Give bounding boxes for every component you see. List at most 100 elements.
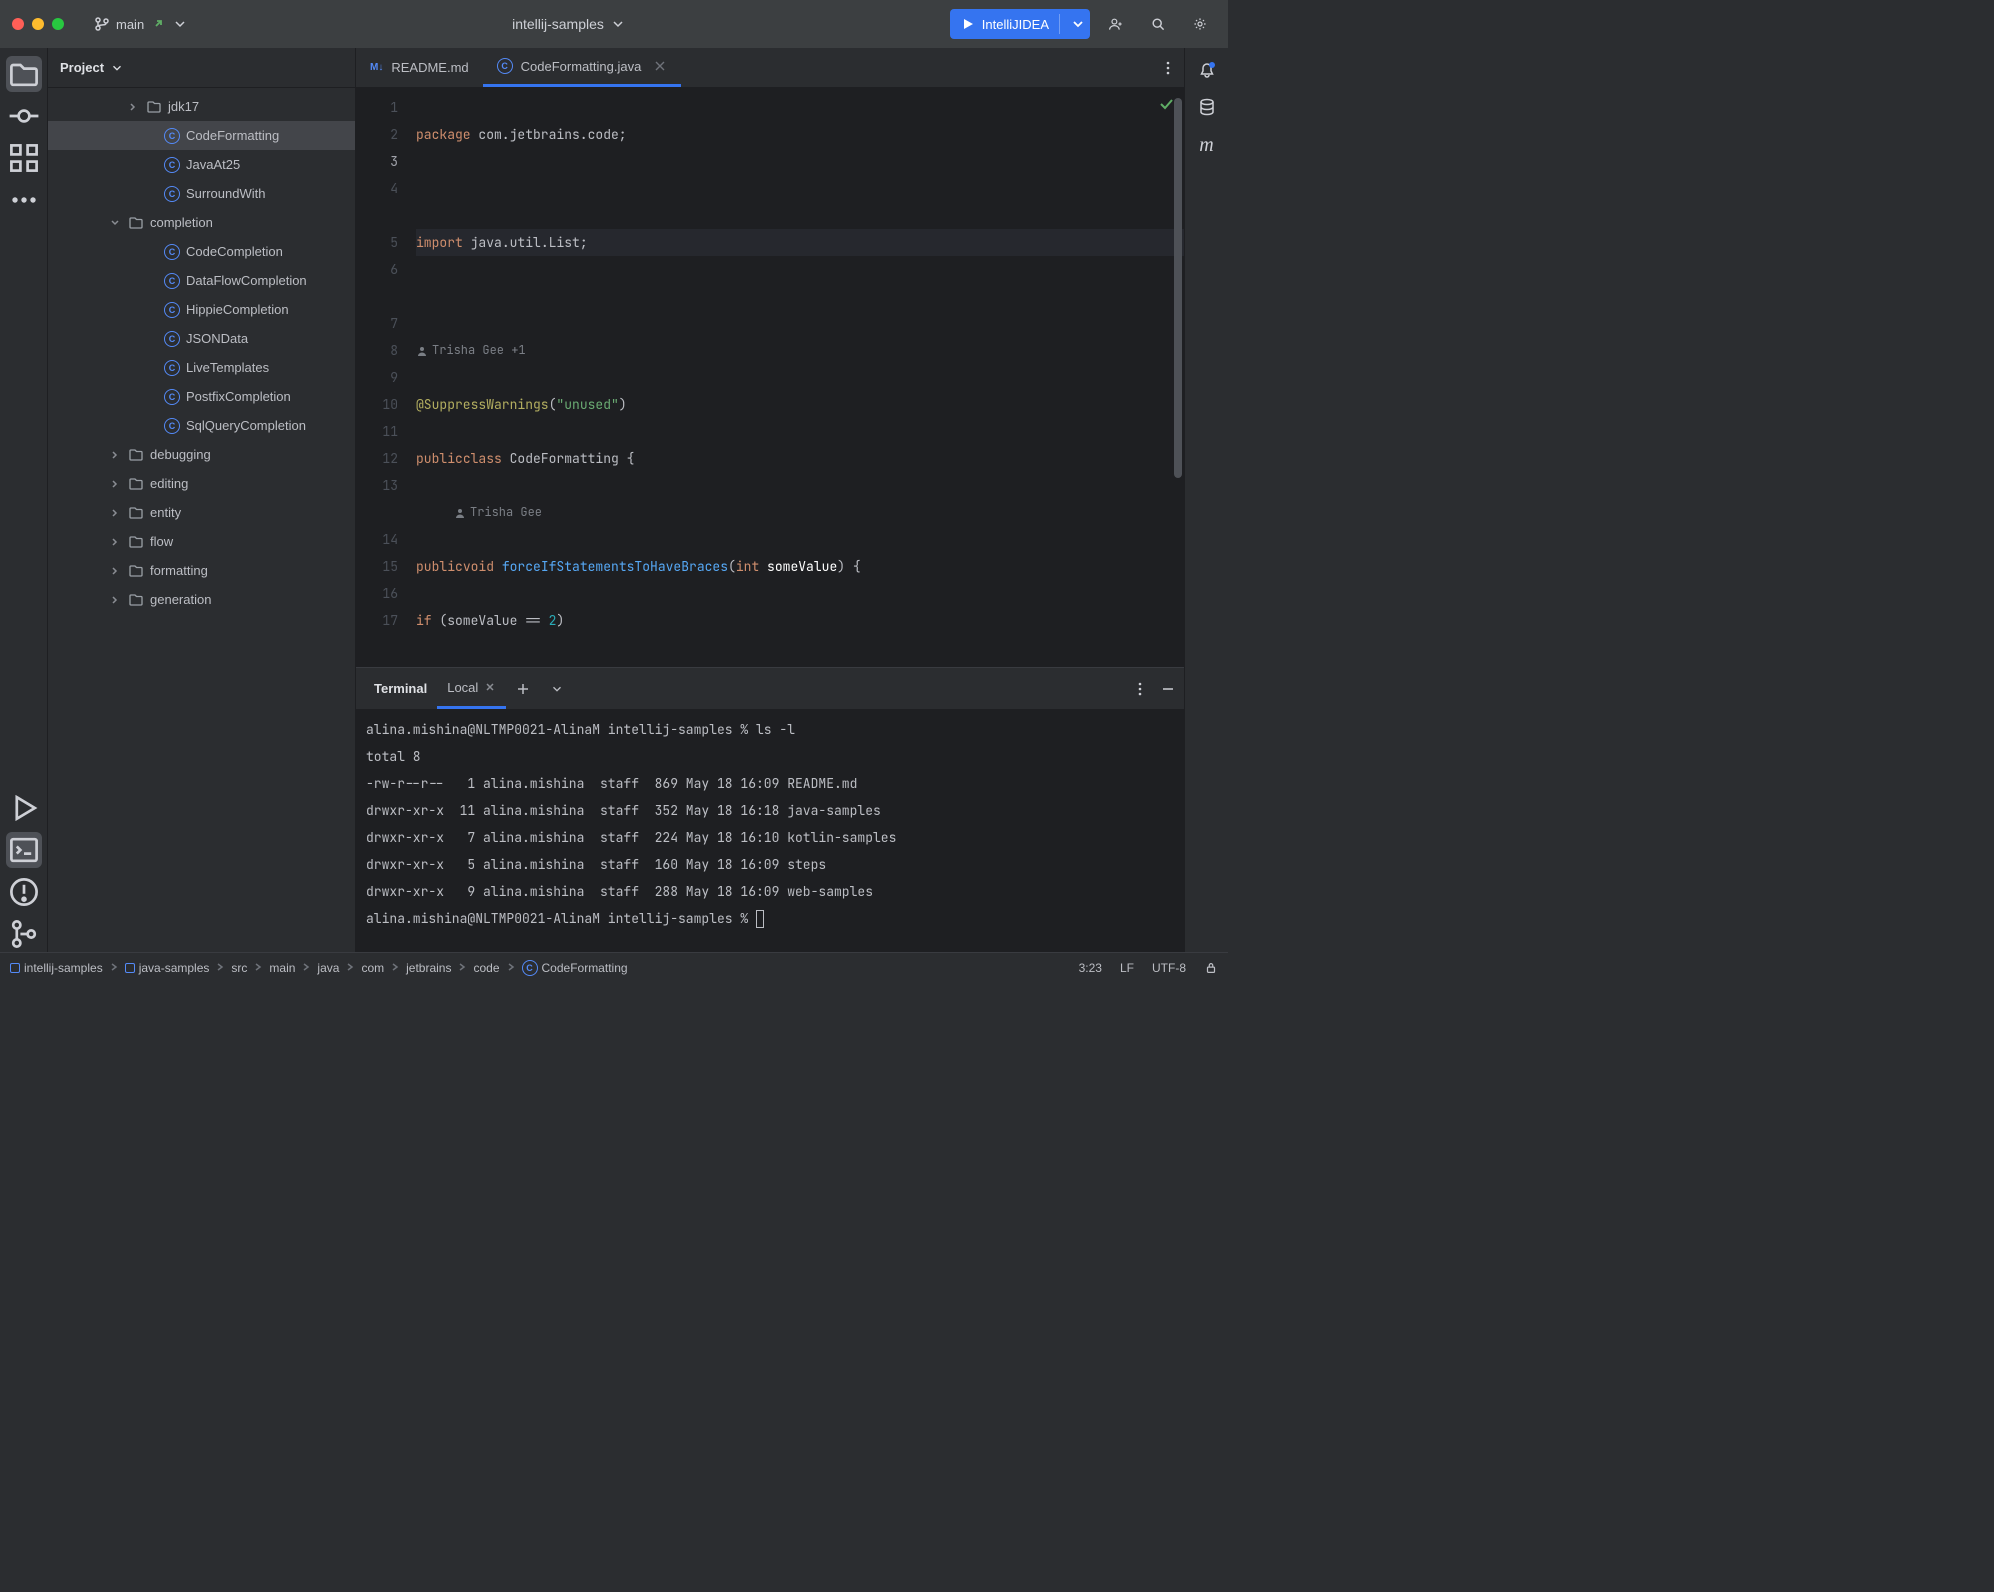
- new-terminal-button[interactable]: [506, 668, 540, 709]
- settings-button[interactable]: [1184, 8, 1216, 40]
- minimize-icon[interactable]: [1160, 681, 1176, 697]
- tree-item[interactable]: generation: [48, 585, 355, 614]
- editor-scrollbar[interactable]: [1172, 88, 1184, 667]
- breadcrumb-item[interactable]: src: [231, 961, 247, 975]
- more-vertical-icon[interactable]: [1132, 681, 1148, 697]
- tree-item[interactable]: CSqlQueryCompletion: [48, 411, 355, 440]
- chevron-down-icon: [110, 61, 124, 75]
- panel-title: Project: [60, 60, 104, 75]
- terminal-tabs: Terminal Local: [356, 668, 1184, 710]
- commit-icon: [6, 98, 42, 134]
- tree-item[interactable]: CDataFlowCompletion: [48, 266, 355, 295]
- problems-tool-button[interactable]: [6, 874, 42, 910]
- project-tool-button[interactable]: [6, 56, 42, 92]
- terminal-dropdown-button[interactable]: [540, 668, 574, 709]
- structure-tool-button[interactable]: [6, 140, 42, 176]
- notifications-button[interactable]: [1197, 60, 1217, 83]
- tree-item[interactable]: entity: [48, 498, 355, 527]
- breadcrumb-item[interactable]: code: [473, 961, 499, 975]
- more-tools-button[interactable]: [6, 182, 42, 218]
- structure-icon: [6, 140, 42, 176]
- scrollbar-thumb[interactable]: [1174, 98, 1182, 478]
- line-separator[interactable]: LF: [1120, 961, 1134, 975]
- tree-item[interactable]: CLiveTemplates: [48, 353, 355, 382]
- tree-item[interactable]: completion: [48, 208, 355, 237]
- editor-tab[interactable]: M↓README.md: [356, 48, 483, 87]
- more-vertical-icon: [1160, 60, 1176, 76]
- external-link-icon: [150, 16, 166, 32]
- project-panel-header[interactable]: Project: [48, 48, 355, 88]
- terminal-body[interactable]: alina.mishina@NLTMP0021-AlinaM intellij-…: [356, 710, 1184, 952]
- code-with-me-button[interactable]: [1100, 8, 1132, 40]
- right-tool-rail: m: [1184, 48, 1228, 952]
- plus-icon: [516, 682, 530, 696]
- project-name: intellij-samples: [512, 16, 604, 32]
- window-controls: [12, 18, 64, 30]
- editor-body[interactable]: 1234 56 78910111213 14151617 package com…: [356, 88, 1184, 667]
- chevron-down-icon: [172, 16, 188, 32]
- editor-region: M↓README.mdCCodeFormatting.java 1234 56 …: [356, 48, 1184, 952]
- run-tool-button[interactable]: [6, 790, 42, 826]
- terminal-panel: Terminal Local alina.mishina@NLTMP0021-A…: [356, 667, 1184, 952]
- close-window-button[interactable]: [12, 18, 24, 30]
- tree-item[interactable]: debugging: [48, 440, 355, 469]
- breadcrumb-item[interactable]: java: [317, 961, 339, 975]
- tree-item[interactable]: CJSONData: [48, 324, 355, 353]
- run-config-name: IntelliJIDEA: [982, 17, 1049, 32]
- tree-item[interactable]: jdk17: [48, 92, 355, 121]
- tree-item[interactable]: CPostfixCompletion: [48, 382, 355, 411]
- breadcrumb-item[interactable]: main: [269, 961, 295, 975]
- tree-item[interactable]: CJavaAt25: [48, 150, 355, 179]
- readonly-toggle-icon[interactable]: [1204, 961, 1218, 975]
- play-icon: [960, 16, 976, 32]
- database-button[interactable]: [1197, 97, 1217, 120]
- maximize-window-button[interactable]: [52, 18, 64, 30]
- minimize-window-button[interactable]: [32, 18, 44, 30]
- more-horizontal-icon: [6, 182, 42, 218]
- status-bar: intellij-samples java-samples src main java c…: [0, 952, 1228, 982]
- tree-item[interactable]: flow: [48, 527, 355, 556]
- project-panel: Project jdk17CCodeFormattingCJavaAt25CSu…: [48, 48, 356, 952]
- breadcrumb-item[interactable]: com: [361, 961, 384, 975]
- titlebar: main intellij-samples IntelliJIDEA: [0, 0, 1228, 48]
- editor-gutter[interactable]: 1234 56 78910111213 14151617: [356, 88, 408, 667]
- terminal-title-tab[interactable]: Terminal: [364, 668, 437, 709]
- tree-item[interactable]: CHippieCompletion: [48, 295, 355, 324]
- tabs-menu-button[interactable]: [1152, 48, 1184, 87]
- project-title-dropdown[interactable]: intellij-samples: [198, 16, 940, 32]
- tree-item[interactable]: formatting: [48, 556, 355, 585]
- breadcrumb-item[interactable]: java-samples: [125, 961, 210, 975]
- search-everywhere-button[interactable]: [1142, 8, 1174, 40]
- author-inlay[interactable]: Trisha Gee: [416, 499, 1184, 526]
- play-outline-icon: [6, 790, 42, 826]
- editor-code[interactable]: package com.jetbrains.code; import java.…: [408, 88, 1184, 667]
- close-icon[interactable]: [653, 59, 667, 73]
- folder-icon: [6, 56, 42, 92]
- terminal-session-tab[interactable]: Local: [437, 668, 506, 709]
- breadcrumb-item[interactable]: intellij-samples: [10, 961, 103, 975]
- run-config-button[interactable]: IntelliJIDEA: [950, 9, 1090, 39]
- breadcrumbs[interactable]: intellij-samples java-samples src main java c…: [10, 960, 1071, 976]
- project-tree[interactable]: jdk17CCodeFormattingCJavaAt25CSurroundWi…: [48, 88, 355, 952]
- maven-button[interactable]: m: [1199, 134, 1213, 157]
- close-icon[interactable]: [484, 681, 496, 693]
- branch-name: main: [116, 17, 144, 32]
- vcs-tool-button[interactable]: [6, 916, 42, 952]
- caret-position[interactable]: 3:23: [1079, 961, 1102, 975]
- tree-item[interactable]: editing: [48, 469, 355, 498]
- author-inlay[interactable]: Trisha Gee +1: [416, 337, 1184, 364]
- breadcrumb-item[interactable]: CCodeFormatting: [522, 960, 628, 976]
- editor-tab[interactable]: CCodeFormatting.java: [483, 48, 682, 87]
- breadcrumb-item[interactable]: jetbrains: [406, 961, 451, 975]
- git-branch-selector[interactable]: main: [94, 16, 188, 32]
- terminal-icon: [6, 832, 42, 868]
- terminal-tool-button[interactable]: [6, 832, 42, 868]
- file-encoding[interactable]: UTF-8: [1152, 961, 1186, 975]
- commit-tool-button[interactable]: [6, 98, 42, 134]
- tree-item[interactable]: CSurroundWith: [48, 179, 355, 208]
- tree-item[interactable]: CCodeCompletion: [48, 237, 355, 266]
- tree-item[interactable]: CCodeFormatting: [48, 121, 355, 150]
- database-icon: [1197, 97, 1217, 117]
- person-add-icon: [1108, 16, 1124, 32]
- chevron-down-icon: [610, 16, 626, 32]
